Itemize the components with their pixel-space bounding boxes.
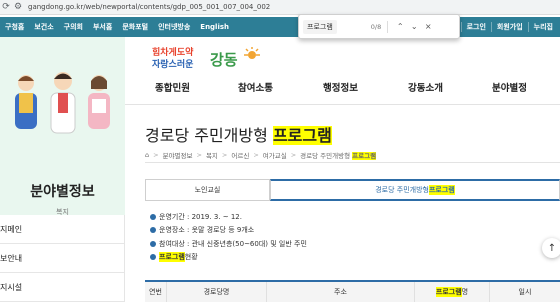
table-header-program: 프로그램 명 — [415, 282, 490, 302]
people-illustration — [15, 72, 110, 134]
topnav-item-council[interactable]: 구의회 — [59, 22, 88, 32]
find-divider — [387, 20, 389, 33]
find-input[interactable]: 프로그램 — [303, 19, 337, 34]
breadcrumb-item[interactable]: 복지 — [206, 150, 218, 160]
url-text[interactable]: gangdong.go.kr/web/newportal/contents/gd… — [28, 3, 270, 11]
topnav-item-english[interactable]: English — [195, 23, 234, 31]
main-nav: 종합민원 참여소통 행정정보 강동소개 분야별정 — [130, 80, 560, 98]
arrow-up-icon: ↑ — [547, 242, 557, 254]
bullet-icon — [150, 213, 156, 220]
site-info-icon[interactable]: ⚙ — [12, 2, 24, 12]
login-link[interactable]: 로그인 — [460, 22, 491, 32]
gnb-item-civil[interactable]: 종합민원 — [155, 80, 190, 94]
bullet-icon — [150, 227, 156, 234]
table-header-address: 주소 — [267, 282, 415, 302]
find-prev-button[interactable]: ⌃ — [393, 22, 407, 31]
page-title-highlight: 프로그램 — [272, 126, 332, 145]
breadcrumb: ⌂ > 분야별정보 > 복지 > 어르신 > 여가교실 > 경로당 주민개방형 … — [145, 150, 377, 160]
sidebar-item-facilities[interactable]: 지시설 — [0, 273, 124, 302]
list-item: 프로그램 현황 — [150, 251, 307, 265]
topnav-item-broadcast[interactable]: 인터넷방송 — [153, 22, 195, 32]
info-list: 운영기간 : 2019. 3. ~ 12. 운영장소 : 옷말 경로당 등 9개… — [150, 210, 307, 264]
list-item: 운영기간 : 2019. 3. ~ 12. — [150, 210, 307, 224]
topnav-item-culture[interactable]: 문화포털 — [117, 22, 153, 32]
page-title: 경로당 주민개방형 프로그램 — [145, 122, 332, 146]
scroll-top-button[interactable]: ↑ — [542, 238, 560, 258]
breadcrumb-item[interactable]: 여가교실 — [263, 150, 287, 160]
gnb-item-about[interactable]: 강동소개 — [408, 80, 443, 94]
topnav-item-home[interactable]: 구청홈 — [0, 22, 29, 32]
home-icon[interactable]: ⌂ — [145, 151, 149, 159]
breadcrumb-separator: > — [253, 151, 259, 159]
bullet-icon — [150, 240, 156, 247]
topnav-item-dept[interactable]: 부서홈 — [88, 22, 117, 32]
svg-text:강동: 강동 — [210, 51, 238, 69]
find-match-count: 0/8 — [370, 22, 382, 31]
table-header-name: 경로당명 — [167, 282, 267, 302]
gnb-item-fields[interactable]: 분야별정 — [492, 80, 527, 94]
breadcrumb-separator: > — [196, 151, 202, 159]
find-in-page-bar: 프로그램 0/8 ⌃ ⌄ × — [298, 14, 460, 39]
gnb-item-admin[interactable]: 행정정보 — [323, 80, 358, 94]
tab-senior-class[interactable]: 노인교실 — [145, 179, 270, 201]
breadcrumb-separator: > — [153, 151, 159, 159]
gnb-divider — [125, 104, 560, 105]
gnb-item-participation[interactable]: 참여소통 — [238, 80, 273, 94]
breadcrumb-separator: > — [290, 151, 297, 159]
sitemap-link[interactable]: 누리집 — [527, 22, 558, 32]
top-utility-nav: 구청홈 보건소 구의회 부서홈 문화포털 인터넷방송 English 로그인 회… — [0, 17, 560, 37]
svg-text:자랑스러운: 자랑스러운 — [152, 58, 193, 70]
program-table-header: 연번 경로당명 주소 프로그램 명 일시 — [145, 280, 560, 302]
sidebar-item-welfare-main[interactable]: 지메인 — [0, 215, 124, 244]
breadcrumb-current: 경로당 주민개방형 프로그램 — [300, 152, 377, 160]
svg-text:힘차게도약: 힘차게도약 — [152, 46, 194, 58]
table-header-no: 연번 — [145, 282, 167, 302]
browser-address-bar: ⟳ ⚙ gangdong.go.kr/web/newportal/content… — [0, 0, 560, 15]
tab-open-program[interactable]: 경로당 주민개방형 프로그램 — [270, 179, 560, 201]
bullet-icon — [150, 254, 156, 261]
find-close-button[interactable]: × — [421, 22, 435, 31]
breadcrumb-item[interactable]: 어르신 — [231, 150, 249, 160]
sidebar-item-guide[interactable]: 보안내 — [0, 244, 124, 273]
breadcrumb-divider — [145, 162, 560, 163]
breadcrumb-item[interactable]: 분야별정보 — [163, 150, 193, 160]
sidebar-menu: 지메인 보안내 지시설 — [0, 215, 125, 302]
content-tabs: 노인교실 경로당 주민개방형 프로그램 — [145, 179, 560, 201]
list-item: 운영장소 : 옷말 경로당 등 9개소 — [150, 224, 307, 238]
topnav-item-health[interactable]: 보건소 — [29, 22, 58, 32]
sidebar-title: 분야별정보 — [30, 184, 95, 200]
page-title-text: 경로당 주민개방형 — [145, 126, 273, 145]
gangdong-logo-graphic: 힘차게도약 자랑스러운 강동 — [152, 46, 260, 70]
list-item: 참여대상 : 관내 신중년층(50~60대) 및 일반 주민 — [150, 237, 307, 251]
reload-icon[interactable]: ⟳ — [0, 2, 12, 12]
sidebar-hero: 분야별정보 복지 — [0, 37, 125, 216]
breadcrumb-separator: > — [221, 151, 228, 159]
table-header-date: 일시 — [518, 288, 532, 296]
find-next-button[interactable]: ⌄ — [407, 22, 421, 31]
signup-link[interactable]: 회원가입 — [490, 22, 528, 32]
site-logo[interactable]: 힘차게도약 자랑스러운 강동 — [152, 43, 282, 73]
